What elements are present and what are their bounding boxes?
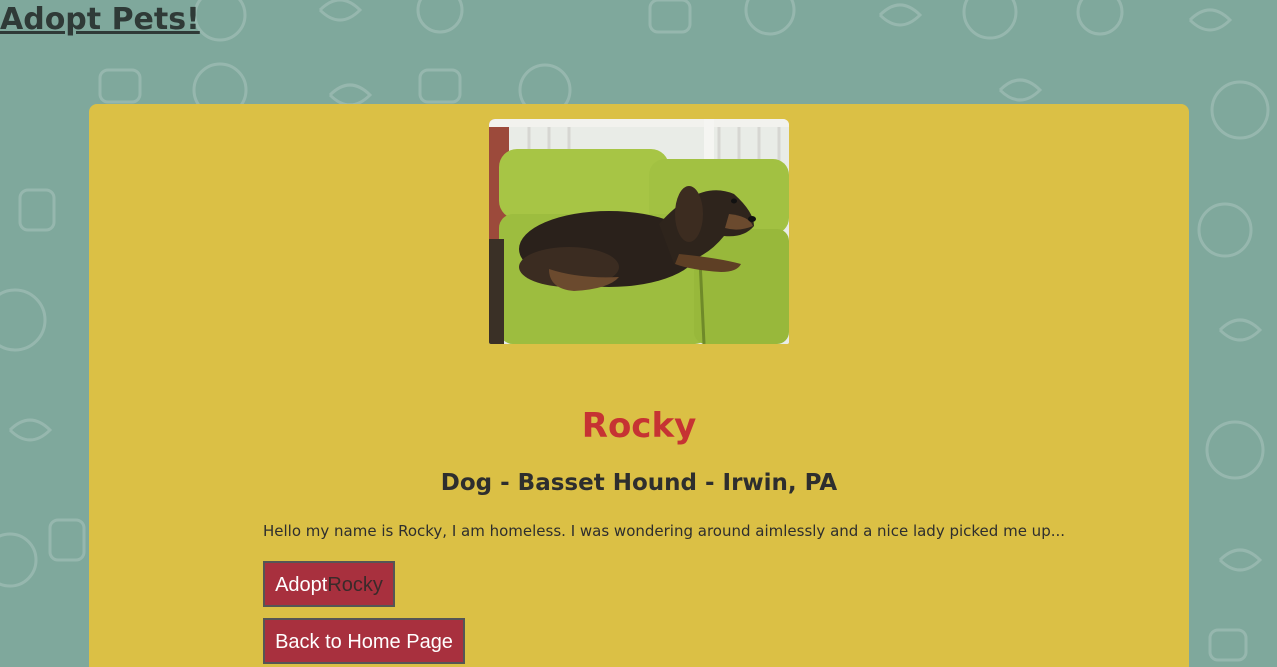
adopt-button-pet-name: Rocky — [327, 574, 383, 596]
pet-photo — [489, 119, 789, 344]
pet-detail-card: Rocky Dog - Basset Hound - Irwin, PA Hel… — [89, 104, 1189, 667]
adopt-button[interactable]: AdoptRocky — [263, 561, 395, 607]
site-title-link[interactable]: Adopt Pets! — [0, 2, 200, 37]
pet-name-heading: Rocky — [581, 406, 697, 446]
pet-info-heading: Dog - Basset Hound - Irwin, PA — [440, 470, 838, 496]
back-to-home-button[interactable]: Back to Home Page — [263, 618, 465, 664]
pet-description: Hello my name is Rocky, I am homeless. I… — [263, 522, 1066, 540]
adopt-button-label: Adopt — [275, 574, 328, 596]
